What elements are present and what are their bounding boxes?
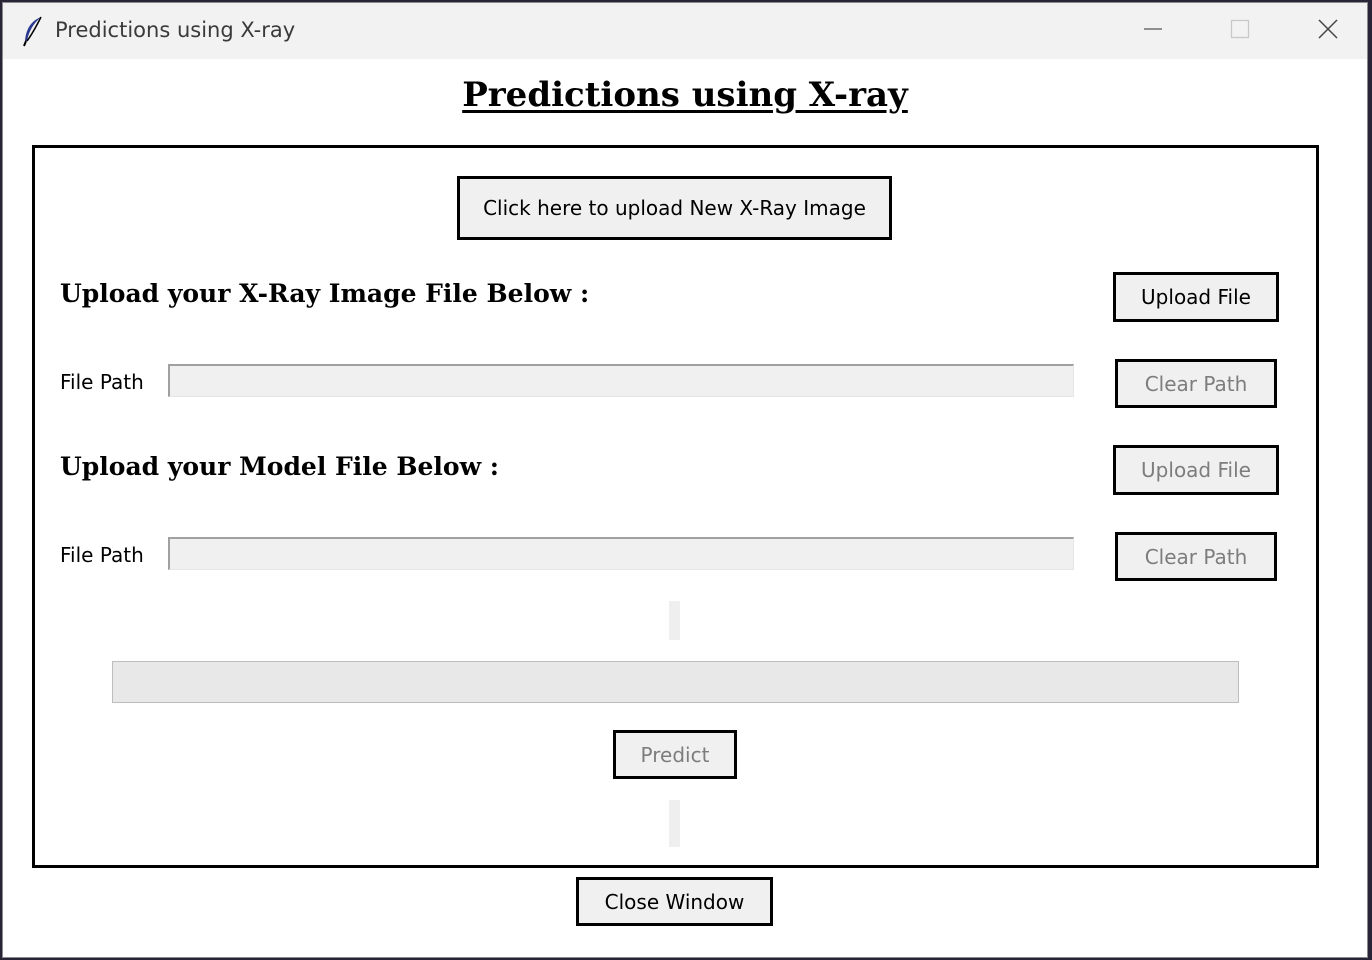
close-icon — [1317, 18, 1339, 44]
close-window-button[interactable]: Close Window — [576, 877, 773, 926]
feather-icon — [21, 15, 45, 47]
model-path-label: File Path — [60, 543, 144, 567]
clear-image-path-button[interactable]: Clear Path — [1115, 359, 1277, 408]
image-path-input[interactable] — [168, 364, 1074, 397]
window-title: Predictions using X-ray — [55, 18, 296, 42]
model-path-input[interactable] — [168, 537, 1074, 570]
upload-image-file-button[interactable]: Upload File — [1113, 272, 1279, 322]
title-bar[interactable]: Predictions using X-ray — [3, 3, 1367, 59]
model-section-label: Upload your Model File Below : — [60, 452, 500, 481]
maximize-icon — [1230, 19, 1250, 43]
page-heading: Predictions using X-ray — [462, 75, 908, 115]
prediction-result-field — [112, 661, 1239, 703]
close-button[interactable] — [1284, 3, 1367, 59]
image-preview-placeholder — [669, 601, 680, 640]
minimize-button[interactable] — [1109, 3, 1197, 59]
main-frame: Click here to upload New X-Ray Image Upl… — [32, 145, 1319, 868]
image-path-label: File Path — [60, 370, 144, 394]
upload-model-file-button[interactable]: Upload File — [1113, 445, 1279, 495]
output-placeholder — [669, 800, 680, 847]
image-section-label: Upload your X-Ray Image File Below : — [60, 279, 590, 308]
minimize-icon — [1143, 19, 1163, 43]
upload-new-image-button[interactable]: Click here to upload New X-Ray Image — [457, 176, 892, 240]
maximize-button — [1196, 3, 1284, 59]
predict-button[interactable]: Predict — [613, 730, 737, 779]
clear-model-path-button[interactable]: Clear Path — [1115, 532, 1277, 581]
app-window: Predictions using X-ray Predictions usin… — [2, 2, 1368, 958]
